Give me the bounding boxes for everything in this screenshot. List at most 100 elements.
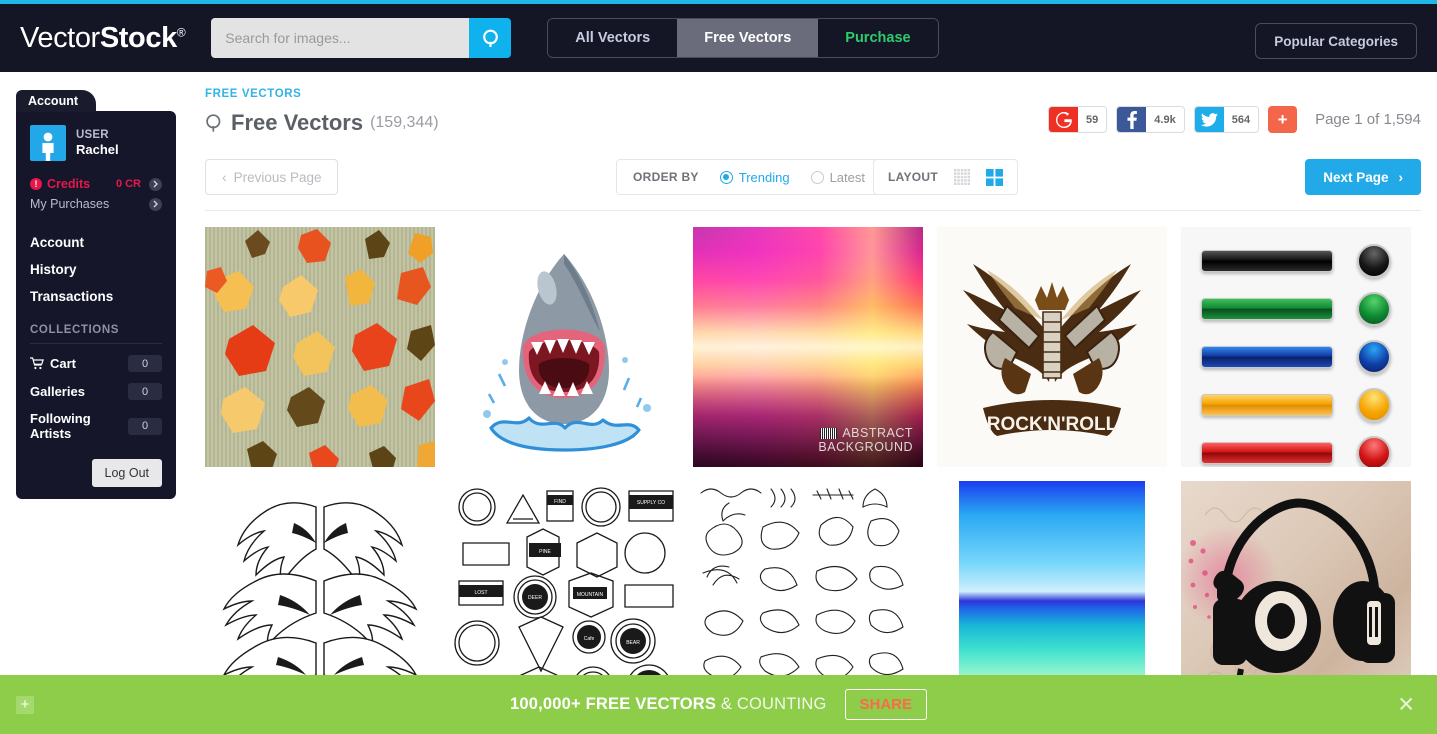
- primary-nav: All Vectors Free Vectors Purchase: [547, 18, 939, 58]
- chevron-left-icon: ‹: [222, 169, 227, 185]
- logo-text-bold: Stock: [99, 21, 177, 54]
- result-card[interactable]: ABSTRACT BACKGROUND: [693, 227, 923, 467]
- sidebar-item-galleries[interactable]: Galleries 0: [30, 383, 162, 400]
- chevron-right-icon: [149, 197, 162, 211]
- search-input[interactable]: [211, 18, 470, 58]
- svg-text:FIND: FIND: [554, 499, 566, 505]
- promo-banner: + 100,000+ FREE VECTORS & COUNTING SHARE…: [0, 675, 1437, 734]
- result-card[interactable]: [449, 227, 679, 467]
- sidebar-item-cart[interactable]: Cart 0: [30, 355, 162, 372]
- sidebar-item-following-artists[interactable]: Following Artists 0: [30, 411, 162, 441]
- galleries-label: Galleries: [30, 384, 85, 399]
- svg-text:BEAR: BEAR: [626, 640, 640, 646]
- autumn-leaves-seamless-pattern-thumbnail: [205, 227, 435, 467]
- results-count: (159,344): [370, 114, 439, 131]
- glossy-bar-green: [1201, 298, 1333, 320]
- glossy-dot-orange: [1357, 388, 1391, 422]
- abstract-background-watermark: ABSTRACT BACKGROUND: [818, 426, 913, 456]
- large-grid-icon[interactable]: [986, 168, 1004, 186]
- cart-label: Cart: [50, 356, 77, 371]
- logo-text-light: Vector: [20, 21, 100, 54]
- svg-text:LOST: LOST: [474, 590, 487, 596]
- avatar: [30, 125, 66, 161]
- share-button[interactable]: SHARE: [844, 689, 928, 720]
- svg-text:DEER: DEER: [528, 595, 542, 601]
- results-grid: ABSTRACT BACKGROUND ROCK'N'ROLL FIND SUP…: [205, 227, 1421, 721]
- popular-categories-button[interactable]: Popular Categories: [1255, 23, 1417, 59]
- site-logo[interactable]: VectorStock®: [20, 21, 186, 55]
- close-icon[interactable]: ✕: [1397, 694, 1415, 715]
- layout-label: LAYOUT: [888, 170, 939, 184]
- order-option-trending-label: Trending: [738, 169, 790, 185]
- twitter-share-button[interactable]: 564: [1193, 106, 1260, 133]
- alert-icon: !: [30, 178, 42, 190]
- account-sidebar: Account USER Rachel ! Credits 0 CR My Pu…: [16, 90, 176, 499]
- promo-banner-subtext: & COUNTING: [720, 695, 827, 713]
- button-row: [1201, 436, 1391, 467]
- abstract-blurred-background-thumbnail: ABSTRACT BACKGROUND: [693, 227, 923, 467]
- search-icon: [482, 29, 498, 47]
- previous-page-button[interactable]: ‹ Previous Page: [205, 159, 339, 195]
- order-option-trending[interactable]: Trending: [719, 169, 790, 185]
- nav-tab-free-vectors[interactable]: Free Vectors: [677, 19, 819, 57]
- google-share-button[interactable]: 59: [1048, 106, 1108, 133]
- order-option-latest-label: Latest: [829, 169, 865, 185]
- rock-n-roll-winged-guns-emblem-thumbnail: ROCK'N'ROLL: [937, 227, 1167, 467]
- glossy-dot-blue: [1357, 340, 1391, 374]
- order-by-control: ORDER BY Trending Latest: [616, 159, 882, 195]
- leaves-artwork: [205, 229, 435, 467]
- sidebar-item-transactions[interactable]: Transactions: [30, 283, 162, 310]
- page-title: Free Vectors: [231, 110, 364, 135]
- facebook-icon: [1117, 107, 1147, 132]
- nav-tab-all-vectors[interactable]: All Vectors: [548, 19, 678, 57]
- button-row: [1201, 244, 1391, 278]
- button-row: [1201, 388, 1391, 422]
- promo-banner-text: 100,000+ FREE VECTORS & COUNTING: [510, 695, 827, 714]
- svg-text:SUPPLY CO: SUPPLY CO: [637, 500, 665, 506]
- sidebar-item-history[interactable]: History: [30, 256, 162, 283]
- result-card[interactable]: [205, 227, 435, 467]
- shark-artwork: [483, 254, 651, 452]
- results-toolbar: ‹ Previous Page ORDER BY Trending Latest…: [205, 158, 1421, 196]
- breadcrumb[interactable]: FREE VECTORS: [205, 88, 1421, 100]
- cart-count: 0: [128, 355, 162, 372]
- user-name-label: Rachel: [76, 142, 119, 158]
- more-share-button[interactable]: +: [1268, 106, 1298, 133]
- search-bar: [211, 18, 512, 58]
- radio-trending-icon: [719, 170, 733, 184]
- svg-text:Cafe: Cafe: [584, 636, 595, 642]
- logout-button[interactable]: Log Out: [91, 459, 162, 487]
- my-purchases-row[interactable]: My Purchases: [30, 197, 162, 211]
- result-card[interactable]: ROCK'N'ROLL: [937, 227, 1167, 467]
- glossy-bar-orange: [1201, 394, 1333, 416]
- result-card[interactable]: [1181, 227, 1411, 467]
- shark-with-open-jaws-water-splash-thumbnail: [449, 227, 679, 467]
- following-artists-label: Following Artists: [30, 411, 91, 441]
- previous-page-label: Previous Page: [233, 169, 322, 185]
- my-purchases-label: My Purchases: [30, 197, 110, 211]
- following-artists-count: 0: [128, 417, 162, 435]
- button-row: [1201, 340, 1391, 374]
- order-option-latest[interactable]: Latest: [810, 169, 865, 185]
- facebook-share-button[interactable]: 4.9k: [1116, 106, 1185, 133]
- sidebar-item-account[interactable]: Account: [30, 229, 162, 256]
- search-button[interactable]: [469, 18, 512, 58]
- main-content: FREE VECTORS Free Vectors (159,344) 59 4…: [205, 88, 1421, 721]
- plus-icon[interactable]: +: [16, 695, 34, 714]
- glossy-dot-black: [1357, 244, 1391, 278]
- watermark-line-2: BACKGROUND: [818, 440, 913, 455]
- collections-heading: COLLECTIONS: [30, 324, 162, 344]
- account-panel-tab[interactable]: Account: [16, 90, 96, 112]
- site-header: VectorStock® All Vectors Free Vectors Pu…: [0, 4, 1437, 72]
- logout-row: Log Out: [30, 459, 162, 487]
- cart-icon: [30, 357, 44, 370]
- next-page-button[interactable]: Next Page ›: [1305, 159, 1421, 195]
- compact-grid-icon[interactable]: [954, 169, 971, 185]
- layout-control: LAYOUT: [873, 159, 1019, 195]
- user-text: USER Rachel: [76, 128, 119, 159]
- credits-label: Credits: [47, 177, 91, 191]
- credits-row[interactable]: ! Credits 0 CR: [30, 177, 162, 191]
- toolbar-divider: [205, 210, 1421, 211]
- nav-tab-purchase[interactable]: Purchase: [818, 19, 938, 57]
- google-icon: [1049, 107, 1079, 132]
